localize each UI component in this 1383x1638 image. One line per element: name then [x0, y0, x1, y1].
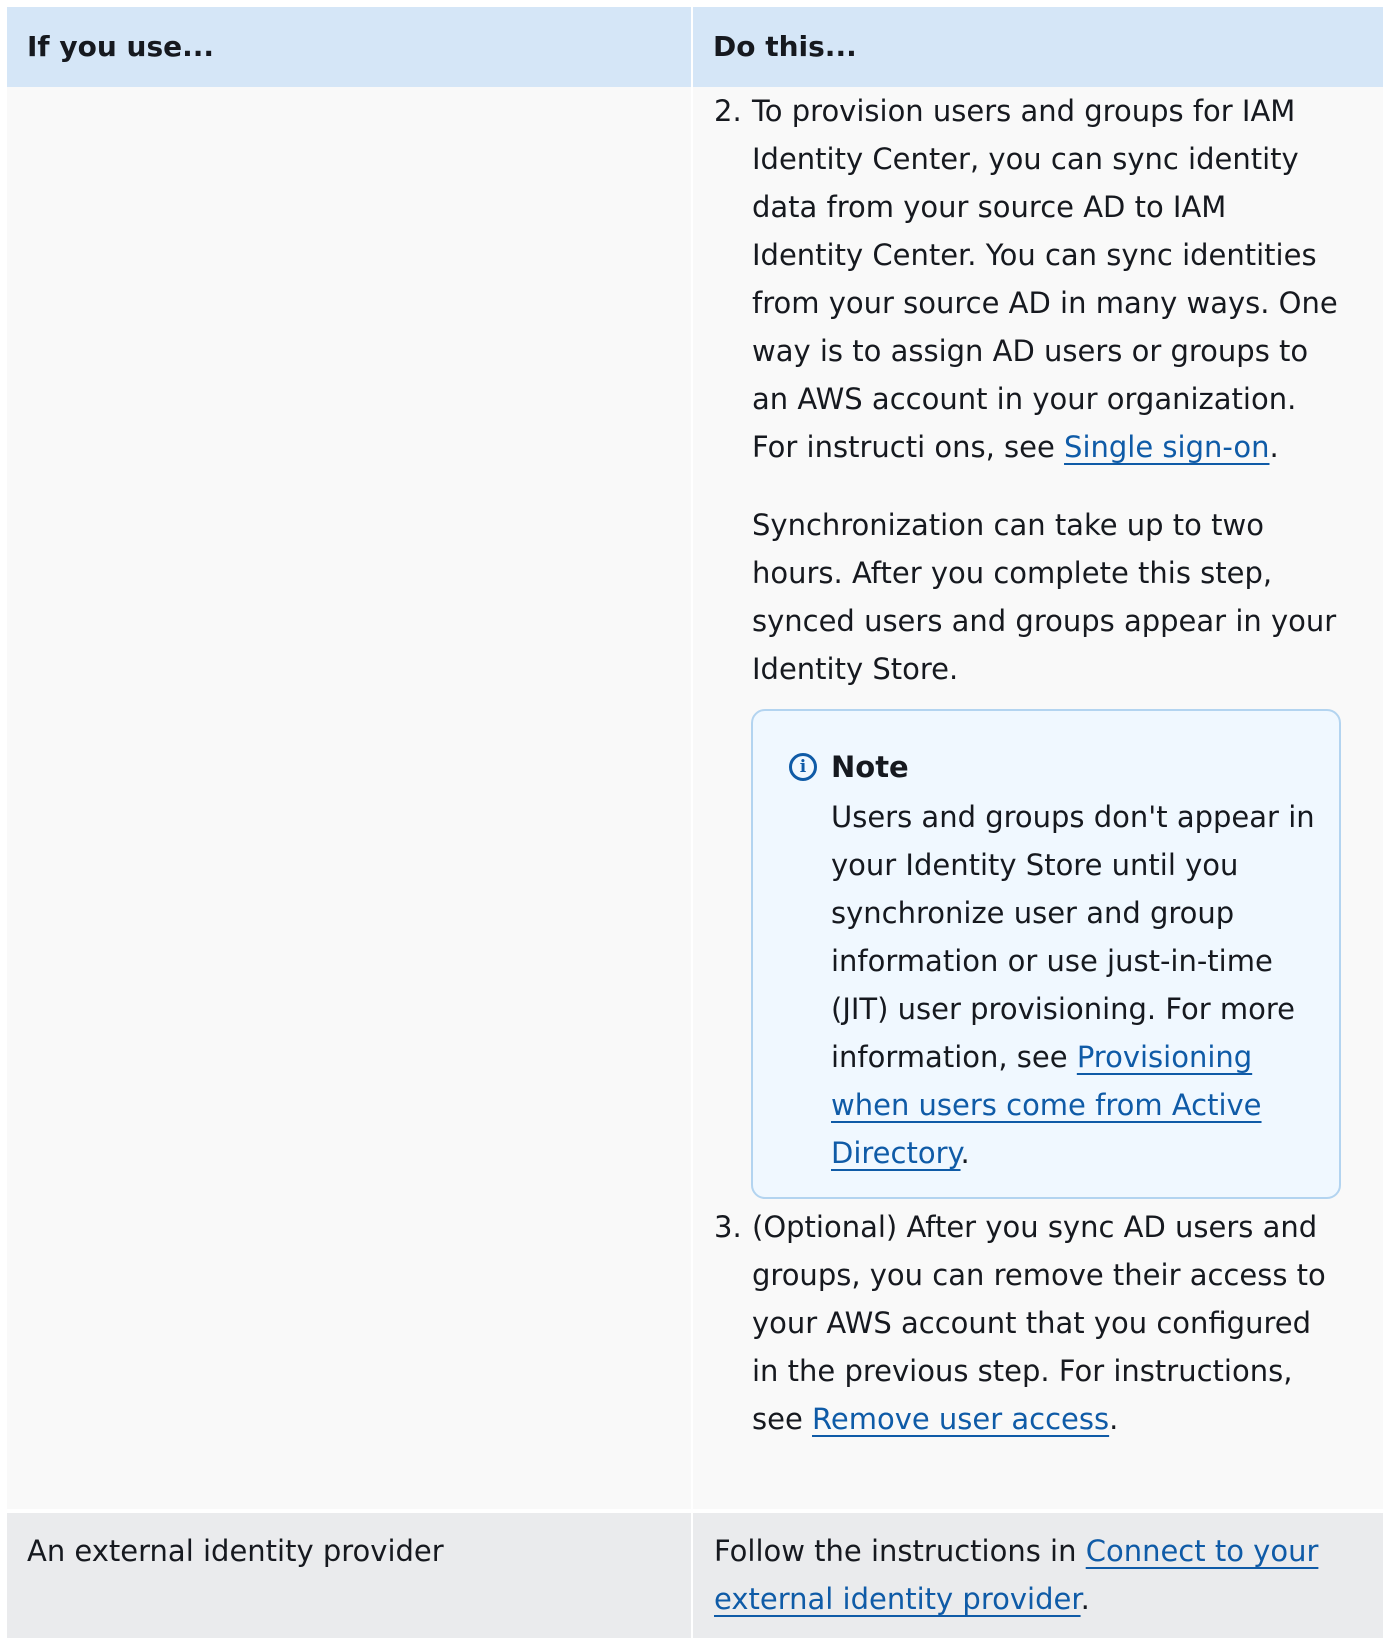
info-icon: i: [789, 753, 817, 781]
punct: .: [1109, 1402, 1119, 1436]
note-header: i Note: [789, 743, 909, 791]
step-3-text: (Optional) After you sync AD users and g…: [752, 1203, 1344, 1443]
step-3: 3. (Optional) After you sync AD users an…: [714, 1203, 1344, 1443]
step-2-text: To provision users and groups for IAM Id…: [752, 87, 1344, 471]
table-header-row: If you use... Do this...: [7, 7, 1383, 87]
remove-user-access-link[interactable]: Remove user access: [812, 1402, 1109, 1436]
punct: .: [1269, 430, 1279, 464]
note-box: i Note Users and groups don't appear in …: [751, 709, 1341, 1199]
table-cell-empty: [7, 87, 693, 1509]
step-number: 3.: [714, 1210, 742, 1244]
cell-external-idp-action: Follow the instructions in Connect to yo…: [693, 1513, 1383, 1638]
step-2: 2. To provision users and groups for IAM…: [714, 87, 1344, 693]
note-title: Note: [831, 750, 909, 784]
note-body: Users and groups don't appear in your Id…: [831, 800, 1315, 1074]
header-do-this: Do this...: [713, 30, 857, 63]
step-2-para2: Synchronization can take up to two hours…: [752, 508, 1337, 686]
comparison-table: If you use... Do this... 2. To provision…: [7, 7, 1383, 1638]
row2-text: Follow the instructions in: [714, 1534, 1086, 1568]
single-sign-on-link[interactable]: Single sign-on: [1064, 430, 1269, 464]
table-row: An external identity provider Follow the…: [7, 1513, 1383, 1638]
step-2-body: To provision users and groups for IAM Id…: [752, 94, 1338, 464]
step-number: 2.: [714, 94, 742, 128]
header-if-you-use: If you use...: [7, 7, 693, 87]
table-cell-steps: 2. To provision users and groups for IAM…: [693, 87, 1383, 1509]
punct: .: [1080, 1582, 1090, 1616]
table-row: 2. To provision users and groups for IAM…: [7, 87, 1383, 1509]
cell-external-idp: An external identity provider: [7, 1513, 693, 1638]
punct: .: [960, 1136, 970, 1170]
note-text: Users and groups don't appear in your Id…: [831, 793, 1321, 1177]
